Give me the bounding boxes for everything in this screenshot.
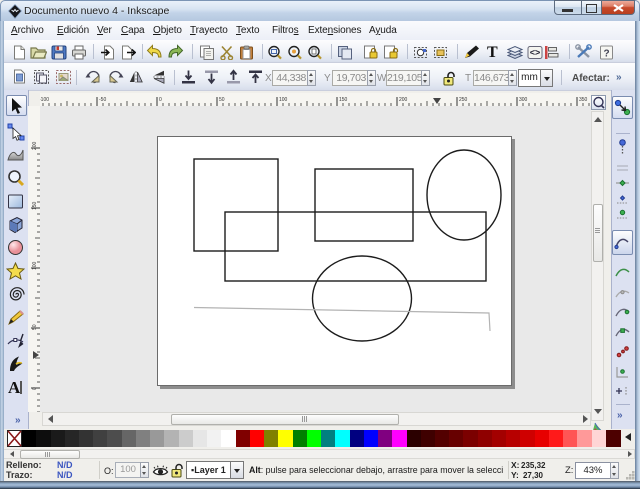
svg-text:200: 200: [399, 97, 408, 103]
svg-text:0: 0: [159, 97, 162, 103]
svg-text:0: 0: [32, 387, 38, 390]
svg-text:100: 100: [32, 261, 38, 270]
svg-text:-50: -50: [99, 97, 106, 103]
svg-text:150: 150: [339, 97, 348, 103]
svg-text:200: 200: [32, 141, 38, 150]
svg-text:250: 250: [459, 97, 468, 103]
svg-text:300: 300: [519, 97, 528, 103]
svg-text:?: ?: [603, 49, 609, 60]
svg-text:150: 150: [32, 201, 38, 210]
svg-text:100: 100: [279, 97, 288, 103]
svg-text:-100: -100: [40, 97, 49, 103]
svg-text:<>: <>: [530, 48, 541, 58]
svg-text:350: 350: [579, 97, 588, 103]
svg-text:50: 50: [219, 97, 225, 103]
svg-text:50: 50: [32, 324, 38, 330]
